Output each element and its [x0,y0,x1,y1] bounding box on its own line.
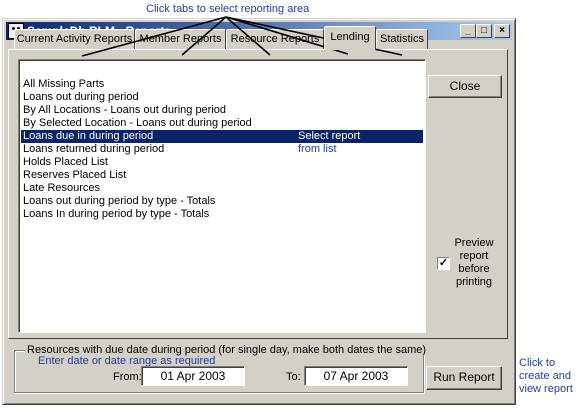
tab-lending[interactable]: Lending [324,26,376,50]
annotation-arrows [81,16,403,57]
arrow-line [225,16,271,56]
